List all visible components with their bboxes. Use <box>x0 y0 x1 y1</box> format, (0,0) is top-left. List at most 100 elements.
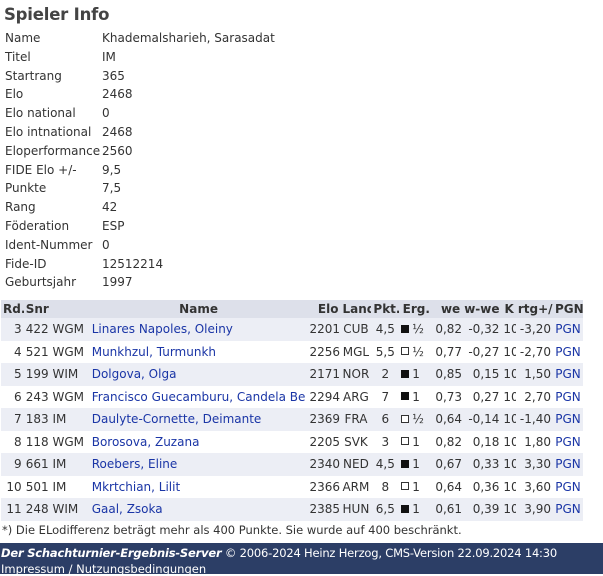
points-cell: 3 <box>371 430 400 453</box>
page-title: Spieler Info <box>4 5 110 24</box>
pgn-link[interactable]: PGN <box>555 435 581 449</box>
pgn-link[interactable]: PGN <box>555 457 581 471</box>
info-value: 365 <box>102 68 125 83</box>
opponent-name-link[interactable]: Linares Napoles, Oleiny <box>92 322 233 336</box>
info-label: Fide-ID <box>5 256 47 271</box>
opponent-name-cell: Borosova, Zuzana <box>89 430 308 453</box>
w-we-cell: -0,32 <box>462 318 502 341</box>
elo-cell: 2385 <box>307 498 341 521</box>
k-cell: 10 <box>501 498 516 521</box>
opponent-name-link[interactable]: Francisco Guecamburu, Candela Be <box>92 390 306 404</box>
points-cell: 6 <box>371 408 400 431</box>
rating-change-cell: -2,70 <box>515 340 553 363</box>
opponent-name-link[interactable]: Dolgova, Olga <box>92 367 177 381</box>
opponent-name-cell: Roebers, Eline <box>89 453 308 476</box>
we-cell: 0,73 <box>433 385 463 408</box>
result-value: ½ <box>412 322 424 337</box>
result-cell: 1 <box>399 453 434 476</box>
opponent-name-cell: Mkrtchian, Lilit <box>89 475 308 498</box>
opponent-name-link[interactable]: Mkrtchian, Lilit <box>92 480 180 494</box>
result-cell: ½ <box>399 340 434 363</box>
snr-cell: 422 <box>23 318 51 341</box>
opponent-name-link[interactable]: Daulyte-Cornette, Deimante <box>92 412 262 426</box>
info-label: Titel <box>5 49 31 64</box>
w-we-cell: 0,27 <box>462 385 502 408</box>
opponent-name-link[interactable]: Munkhzul, Turmunkh <box>92 345 216 359</box>
elo-cell: 2256 <box>307 340 341 363</box>
rating-change-cell: 3,30 <box>515 453 553 476</box>
result-cell: ½ <box>399 408 434 431</box>
we-cell: 0,64 <box>433 475 463 498</box>
black-square-icon <box>401 369 410 378</box>
white-square-icon <box>401 437 410 446</box>
opponent-name-link[interactable]: Gaal, Zsoka <box>92 502 163 516</box>
title-cell: WIM <box>50 363 90 386</box>
info-label: Föderation <box>5 218 70 233</box>
opponent-name-cell: Dolgova, Olga <box>89 363 308 386</box>
col-snr: Snr <box>23 300 51 318</box>
info-value: 12512214 <box>102 256 164 271</box>
result-cell: ½ <box>399 318 434 341</box>
snr-cell: 521 <box>23 340 51 363</box>
pgn-link[interactable]: PGN <box>555 412 581 426</box>
info-value: IM <box>102 49 116 64</box>
elo-cell: 2171 <box>307 363 341 386</box>
server-name: Der Schachturnier-Ergebnis-Server <box>1 546 222 560</box>
pgn-link[interactable]: PGN <box>555 390 581 404</box>
w-we-cell: 0,39 <box>462 498 502 521</box>
results-table: Rd. Snr Name Elo Land Pkt. Erg. we w-we … <box>1 300 583 521</box>
opponent-name-cell: Munkhzul, Turmunkh <box>89 340 308 363</box>
black-square-icon <box>401 392 410 401</box>
title-cell: WGM <box>50 385 90 408</box>
title-cell: IM <box>50 453 90 476</box>
k-cell: 10 <box>501 408 516 431</box>
opponent-name-link[interactable]: Borosova, Zuzana <box>92 435 200 449</box>
table-header-row: Rd. Snr Name Elo Land Pkt. Erg. we w-we … <box>1 300 583 318</box>
copyright-text: © 2006-2024 Heinz Herzog, CMS-Version 22… <box>221 546 557 560</box>
col-pgn: PGN <box>552 300 583 318</box>
opponent-name-link[interactable]: Roebers, Eline <box>92 457 178 471</box>
info-value: 9,5 <box>102 162 122 177</box>
result-value: 1 <box>412 457 420 472</box>
k-cell: 10 <box>501 385 516 408</box>
points-cell: 4,5 <box>371 453 400 476</box>
land-cell: NOR <box>340 363 372 386</box>
pgn-cell: PGN <box>552 340 583 363</box>
table-row: 6 243 WGM Francisco Guecamburu, Candela Be 2… <box>1 385 583 408</box>
pgn-cell: PGN <box>552 498 583 521</box>
pgn-link[interactable]: PGN <box>555 502 581 516</box>
k-cell: 10 <box>501 363 516 386</box>
white-square-icon <box>401 414 410 423</box>
points-cell: 6,5 <box>371 498 400 521</box>
pgn-link[interactable]: PGN <box>555 345 581 359</box>
pgn-cell: PGN <box>552 363 583 386</box>
black-square-icon <box>401 504 410 513</box>
points-cell: 2 <box>371 363 400 386</box>
rating-change-cell: -3,20 <box>515 318 553 341</box>
pgn-link[interactable]: PGN <box>555 367 581 381</box>
rating-change-cell: 1,50 <box>515 363 553 386</box>
we-cell: 0,64 <box>433 408 463 431</box>
info-value: 42 <box>102 200 118 215</box>
snr-cell: 199 <box>23 363 51 386</box>
round-cell: 3 <box>1 318 24 341</box>
pgn-link[interactable]: PGN <box>555 322 581 336</box>
pgn-cell: PGN <box>552 430 583 453</box>
pgn-link[interactable]: PGN <box>555 480 581 494</box>
result-value: 1 <box>412 502 420 517</box>
elo-cell: 2205 <box>307 430 341 453</box>
col-erg: Erg. <box>399 300 434 318</box>
footer: Der Schachturnier-Ergebnis-Server © 2006… <box>0 543 603 576</box>
title-cell: IM <box>50 408 90 431</box>
we-cell: 0,82 <box>433 318 463 341</box>
points-cell: 4,5 <box>371 318 400 341</box>
points-cell: 5,5 <box>371 340 400 363</box>
k-cell: 10 <box>501 475 516 498</box>
result-value: ½ <box>412 412 424 427</box>
info-label: Name <box>5 31 41 45</box>
table-row: 4 521 WGM Munkhzul, Turmunkh 2256 MGL 5,5 ½ 0,77… <box>1 340 583 363</box>
w-we-cell: 0,18 <box>462 430 502 453</box>
pgn-cell: PGN <box>552 318 583 341</box>
col-we: we <box>433 300 463 318</box>
col-wwe: w-we <box>462 300 502 318</box>
